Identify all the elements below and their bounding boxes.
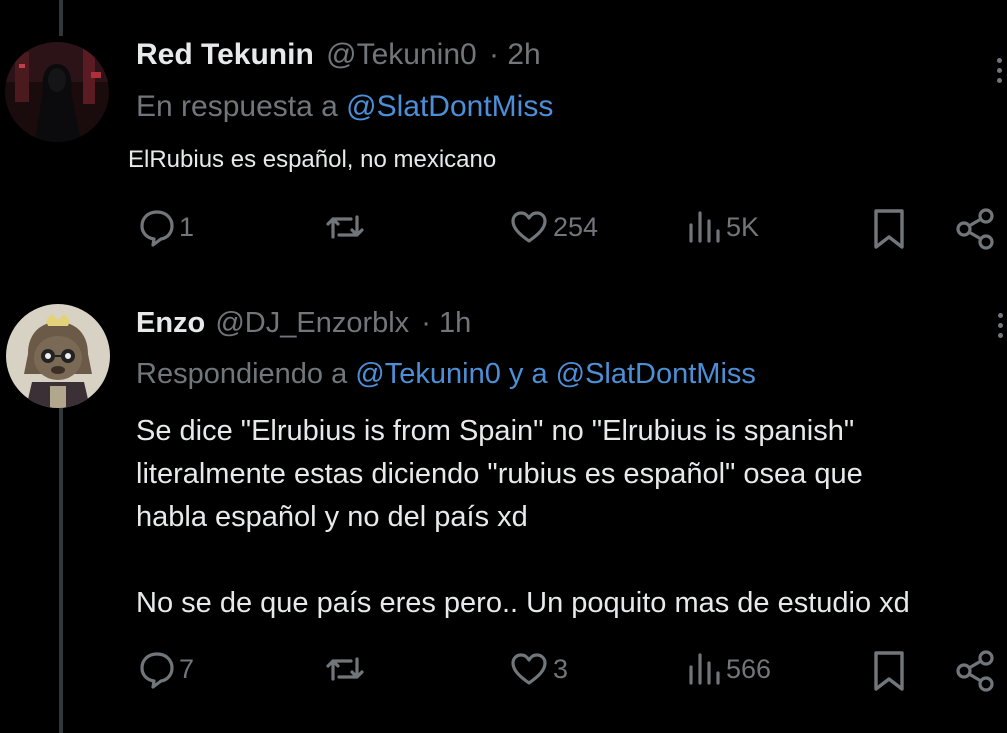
reply-mention-link[interactable]: @SlatDontMiss — [346, 90, 553, 123]
reply-mention-link-2[interactable]: @SlatDontMiss — [556, 358, 756, 390]
views-button[interactable]: 5K — [686, 207, 759, 247]
reply-count: 1 — [179, 211, 195, 242]
views-count: 566 — [726, 653, 772, 684]
post-1-actions: 1 254 5K — [0, 207, 1007, 257]
post-2-header: Enzo @DJ_Enzorblx · 1h — [136, 307, 471, 340]
views-icon — [689, 653, 720, 685]
like-button[interactable]: 3 — [509, 649, 568, 689]
avatar-red-tekunin[interactable] — [5, 42, 109, 142]
avatar-enzo[interactable] — [6, 304, 110, 408]
post-1-reply-context: En respuesta a @SlatDontMiss — [136, 90, 553, 124]
author-handle[interactable]: @DJ_Enzorblx — [215, 307, 409, 339]
like-count: 254 — [553, 211, 599, 242]
share-icon — [956, 208, 994, 250]
reply-prefix: Respondiendo a — [136, 358, 348, 390]
reply-button[interactable]: 1 — [137, 207, 194, 247]
post-2-text-line-1: Se dice "Elrubius is from Spain" no "Elr… — [136, 415, 855, 447]
bookmark-button[interactable] — [871, 649, 907, 693]
like-button[interactable]: 254 — [509, 207, 598, 247]
reply-prefix: En respuesta a — [136, 90, 338, 123]
more-options-icon[interactable] — [998, 313, 1004, 343]
comment-icon — [140, 210, 174, 247]
post-1-text: ElRubius es español, no mexicano — [128, 146, 497, 173]
heart-icon — [511, 211, 547, 243]
views-icon — [689, 211, 720, 243]
bookmark-icon — [874, 651, 904, 691]
like-count: 3 — [553, 653, 569, 684]
retweet-icon — [326, 657, 364, 681]
post-2-text: Se dice "Elrubius is from Spain" no "Elr… — [136, 410, 910, 625]
views-count: 5K — [726, 211, 760, 242]
post-2-text-line-4: No se de que país eres pero.. Un poquito… — [136, 587, 910, 619]
separator-dot: · — [421, 307, 431, 339]
share-button[interactable] — [954, 207, 998, 251]
comment-icon — [140, 652, 174, 689]
bookmark-icon — [874, 209, 904, 249]
author-name[interactable]: Red Tekunin — [136, 38, 314, 71]
post-2-text-line-3: habla español y no del país xd — [136, 501, 528, 533]
retweet-icon — [326, 215, 364, 239]
reply-mention-link-1[interactable]: @Tekunin0 — [355, 358, 501, 390]
views-button[interactable]: 566 — [686, 649, 771, 689]
retweet-button[interactable] — [323, 649, 367, 689]
post-1-header: Red Tekunin @Tekunin0 · 2h — [136, 38, 541, 72]
reply-count: 7 — [179, 653, 195, 684]
separator-dot: · — [489, 38, 500, 71]
more-options-icon[interactable] — [997, 58, 1003, 88]
reply-button[interactable]: 7 — [137, 649, 194, 689]
bookmark-button[interactable] — [871, 207, 907, 251]
author-handle[interactable]: @Tekunin0 — [326, 38, 477, 71]
author-name[interactable]: Enzo — [136, 307, 205, 339]
reply-join-text: y a — [508, 358, 548, 390]
share-button[interactable] — [954, 649, 998, 693]
thread-connector-top — [59, 0, 63, 36]
post-time[interactable]: 2h — [507, 38, 540, 71]
post-time[interactable]: 1h — [439, 307, 471, 339]
share-icon — [956, 650, 994, 692]
heart-icon — [511, 653, 547, 685]
post-2-actions: 7 3 566 — [0, 649, 1007, 699]
post-2-reply-context: Respondiendo a @Tekunin0 y a @SlatDontMi… — [136, 358, 756, 391]
retweet-button[interactable] — [323, 207, 367, 247]
post-2-text-line-2: literalmente estas diciendo "rubius es e… — [136, 458, 863, 490]
